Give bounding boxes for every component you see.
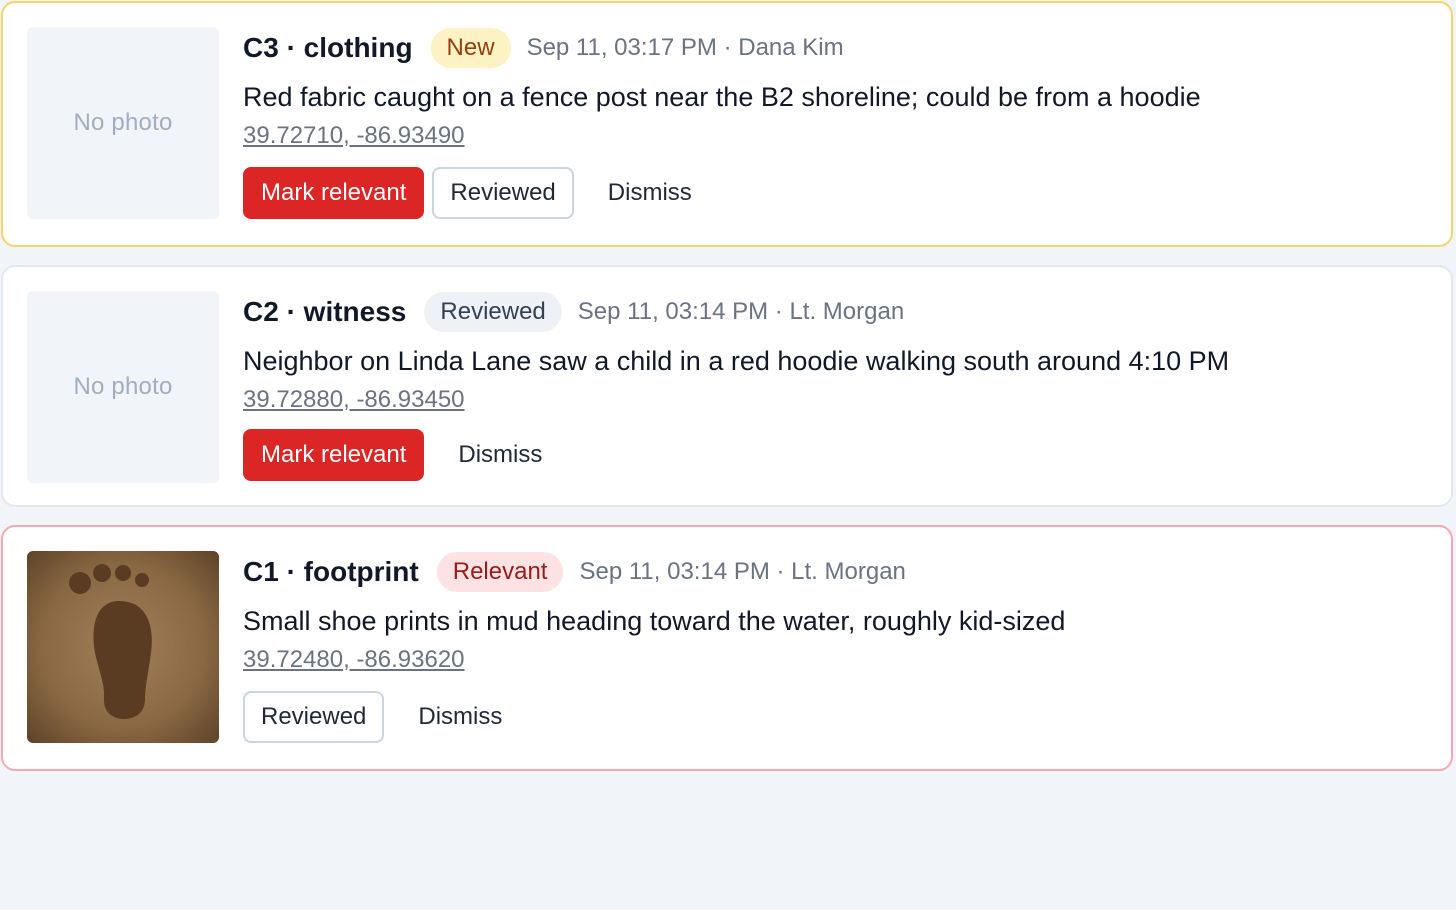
clue-actions: Mark relevant Reviewed Dismiss bbox=[243, 167, 1427, 219]
clue-thumbnail: No photo bbox=[27, 291, 219, 483]
dismiss-button[interactable]: Dismiss bbox=[590, 167, 710, 219]
mark-relevant-button[interactable]: Mark relevant bbox=[243, 429, 425, 481]
clue-actions: Mark relevant Dismiss bbox=[243, 429, 1427, 481]
clue-content: C1 · footprint Relevant Sep 11, 03:14 PM… bbox=[243, 551, 1427, 743]
clue-title: C3 · clothing bbox=[243, 32, 413, 63]
clue-card-c3: No photo C3 · clothing New Sep 11, 03:17… bbox=[1, 1, 1453, 247]
status-badge: New bbox=[430, 28, 511, 68]
footprint-icon bbox=[27, 551, 219, 743]
clue-content: C2 · witness Reviewed Sep 11, 03:14 PM ·… bbox=[243, 291, 1427, 481]
clue-header: C3 · clothing New Sep 11, 03:17 PM · Dan… bbox=[243, 27, 1427, 69]
status-badge: Relevant bbox=[436, 552, 564, 592]
clue-description: Neighbor on Linda Lane saw a child in a … bbox=[243, 346, 1230, 376]
clue-header: C1 · footprint Relevant Sep 11, 03:14 PM… bbox=[243, 551, 1427, 593]
coordinates-link[interactable]: 39.72480, -86.93620 bbox=[243, 643, 465, 677]
clue-header: C2 · witness Reviewed Sep 11, 03:14 PM ·… bbox=[243, 291, 1427, 333]
clue-title: C2 · witness bbox=[243, 296, 407, 327]
clue-meta: Sep 11, 03:14 PM · Lt. Morgan bbox=[579, 558, 906, 585]
clue-thumbnail bbox=[27, 551, 219, 743]
clue-card-c1: C1 · footprint Relevant Sep 11, 03:14 PM… bbox=[1, 525, 1453, 771]
reviewed-button[interactable]: Reviewed bbox=[432, 167, 574, 219]
no-photo-placeholder: No photo bbox=[73, 109, 173, 136]
status-badge: Reviewed bbox=[424, 292, 562, 332]
reviewed-button[interactable]: Reviewed bbox=[243, 691, 385, 743]
no-photo-placeholder: No photo bbox=[73, 373, 173, 400]
clue-description: Red fabric caught on a fence post near t… bbox=[243, 82, 1201, 112]
clue-description: Small shoe prints in mud heading toward … bbox=[243, 606, 1066, 636]
coordinates-link[interactable]: 39.72710, -86.93490 bbox=[243, 119, 465, 153]
clue-content: C3 · clothing New Sep 11, 03:17 PM · Dan… bbox=[243, 27, 1427, 219]
dismiss-button[interactable]: Dismiss bbox=[400, 691, 520, 743]
clue-title: C1 · footprint bbox=[243, 556, 419, 587]
coordinates-link[interactable]: 39.72880, -86.93450 bbox=[243, 383, 465, 417]
dismiss-button[interactable]: Dismiss bbox=[440, 429, 560, 481]
clue-thumbnail: No photo bbox=[27, 27, 219, 219]
clue-card-c2: No photo C2 · witness Reviewed Sep 11, 0… bbox=[1, 265, 1453, 507]
mark-relevant-button[interactable]: Mark relevant bbox=[243, 167, 425, 219]
clue-meta: Sep 11, 03:17 PM · Dana Kim bbox=[526, 34, 844, 61]
clue-meta: Sep 11, 03:14 PM · Lt. Morgan bbox=[577, 298, 905, 325]
clue-actions: Reviewed Dismiss bbox=[243, 691, 1427, 743]
